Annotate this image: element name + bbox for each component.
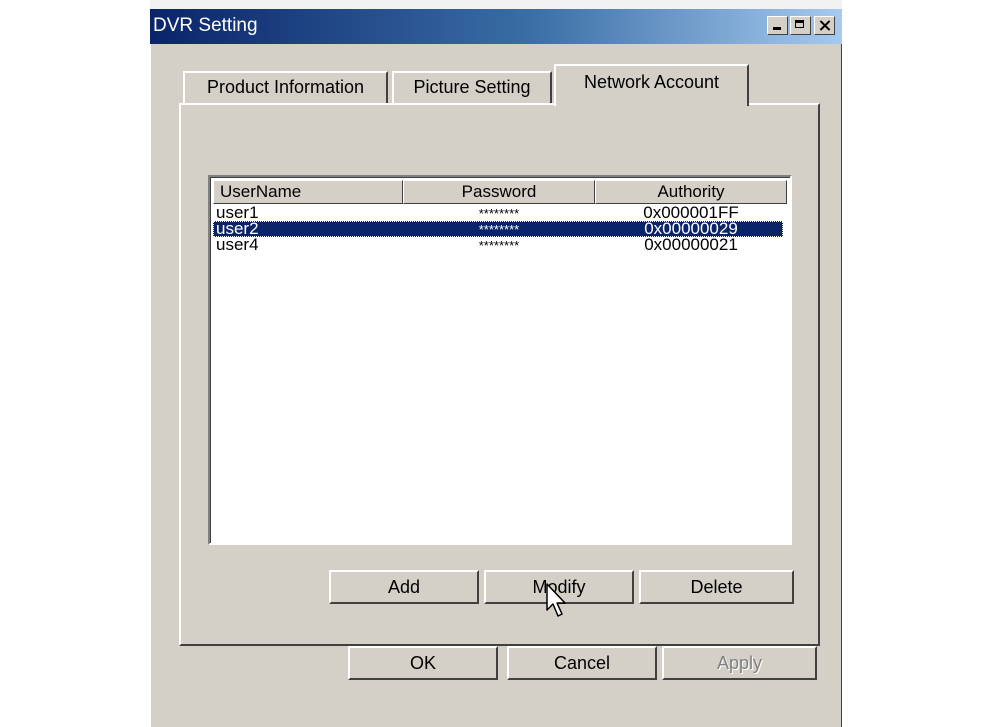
column-header-username[interactable]: UserName [213,180,403,204]
close-icon[interactable] [814,16,835,35]
tab-network-account[interactable]: Network Account [554,64,749,106]
cell-authority: 0x00000021 [644,235,738,254]
tab-product-information[interactable]: Product Information [183,71,388,103]
add-button[interactable]: Add [329,570,479,604]
maximize-icon[interactable] [790,16,811,35]
account-rows: user1 ******** 0x000001FF user2 ********… [213,204,783,254]
ok-button[interactable]: OK [348,646,498,680]
apply-button[interactable]: Apply [662,646,817,680]
minimize-icon[interactable] [767,16,788,35]
account-list[interactable]: UserName Password Authority user1 ******… [208,175,792,545]
delete-button[interactable]: Delete [639,570,794,604]
title-bar[interactable]: DVR Setting [150,9,842,44]
table-row[interactable]: user4 ******** 0x00000021 [213,235,783,254]
page-background-left [0,0,150,727]
page-background-right [842,0,989,727]
dvr-setting-dialog: DVR Setting Product Information Picture … [150,9,842,727]
cell-username: user4 [216,235,259,254]
cell-password: ******** [478,238,520,253]
account-list-header: UserName Password Authority [213,180,787,204]
mouse-pointer-icon [546,583,566,617]
cancel-button[interactable]: Cancel [507,646,657,680]
window-title: DVR Setting [153,15,258,36]
column-header-password[interactable]: Password [403,180,595,204]
tab-picture-setting[interactable]: Picture Setting [392,71,552,103]
column-header-authority[interactable]: Authority [595,180,787,204]
